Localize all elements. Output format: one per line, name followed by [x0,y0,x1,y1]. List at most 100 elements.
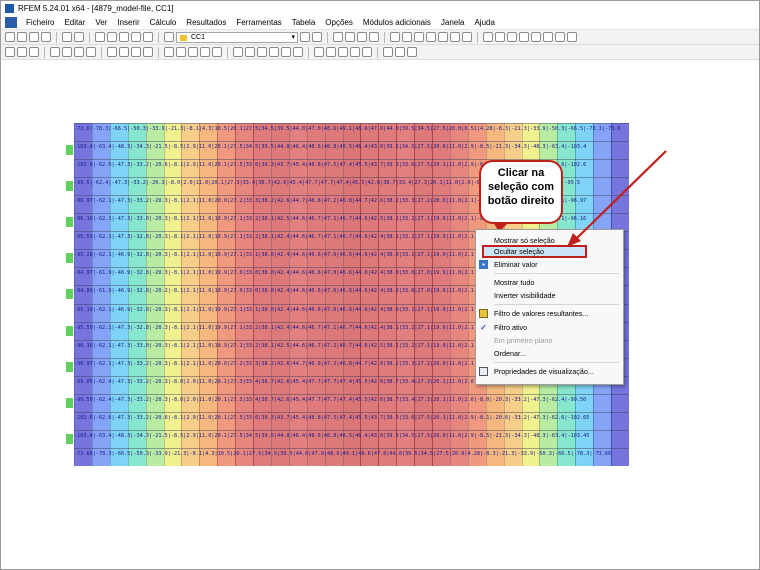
view-y-icon[interactable] [402,32,412,42]
info-icon[interactable] [567,32,577,42]
menu-item-label: Ordenar... [494,349,526,358]
menu-resultados[interactable]: Resultados [181,18,231,27]
new-file-icon[interactable] [5,32,15,42]
view-z-icon[interactable] [414,32,424,42]
solid-icon[interactable] [507,32,517,42]
edit-icon[interactable] [95,32,105,42]
solid-body-icon[interactable] [86,47,96,57]
layer-icon[interactable] [350,47,360,57]
dimension-icon[interactable] [188,47,198,57]
menu-janela[interactable]: Janela [436,18,470,27]
connect-icon[interactable] [293,47,303,57]
line-icon[interactable] [50,47,60,57]
support-marker [66,217,73,228]
result-values-row[interactable]: -99.50|-62.4|-47.3|-33.2|-20.3|-8.0|2.0|… [74,396,629,405]
result-values-row[interactable]: -103.4|-63.4|-48.3|-34.3|-21.5|-8.5|2.9|… [74,143,629,152]
node-icon[interactable] [29,47,39,57]
support-icon[interactable] [107,47,117,57]
dxf-icon[interactable] [383,47,393,57]
print-icon[interactable] [41,32,51,42]
menu-item-eliminar-valor[interactable]: ▪ Eliminar valor [476,258,623,271]
save-icon[interactable] [29,32,39,42]
menu-modulos-adicionais[interactable]: Módulos adicionais [358,18,436,27]
menu-editar[interactable]: Editar [59,18,90,27]
view-x-icon[interactable] [390,32,400,42]
toolbar-separator [308,46,309,58]
section-icon[interactable] [531,32,541,42]
result-values-row[interactable]: -102.6|-62.6|-47.3|-33.2|-20.6|-8.1|2.9|… [74,414,629,423]
menu-tabela[interactable]: Tabela [287,18,321,27]
menu-item-mostrar-tudo[interactable]: Mostrar tudo [476,276,623,289]
values-icon[interactable] [357,32,367,42]
toolbar-separator [227,46,228,58]
visibility-icon[interactable] [338,47,348,57]
work-plane-icon[interactable] [326,47,336,57]
table-icon[interactable] [143,32,153,42]
menu-ver[interactable]: Ver [90,18,112,27]
render-icon[interactable] [483,32,493,42]
guide-object-icon[interactable] [543,32,553,42]
toolbar-separator [44,46,45,58]
filter-toolbar-icon[interactable] [362,47,372,57]
color-scale-icon[interactable] [369,32,379,42]
grid-icon[interactable] [164,47,174,57]
load-case-icon[interactable] [164,32,174,42]
settings-icon[interactable] [407,47,417,57]
result-values-row[interactable]: -73.66|-78.3|-66.5|-50.3|-33.9|-21.3|-8.… [74,450,629,459]
surface-icon[interactable] [74,47,84,57]
results-icon[interactable] [131,32,141,42]
open-folder-icon[interactable] [17,32,27,42]
mirror-icon[interactable] [257,47,267,57]
undo-icon[interactable] [62,32,72,42]
coordinate-system-icon[interactable] [314,47,324,57]
menu-opcoes[interactable]: Opções [320,18,358,27]
copy-icon[interactable] [233,47,243,57]
load-case-select[interactable]: CC1 [176,31,298,43]
wireframe-icon[interactable] [495,32,505,42]
snap-icon[interactable] [176,47,186,57]
load-icon[interactable] [131,47,141,57]
comment-icon[interactable] [200,47,210,57]
background-icon[interactable] [395,47,405,57]
measure-icon[interactable] [212,47,222,57]
select-icon[interactable] [5,47,15,57]
result-values-row[interactable]: -103.4|-63.4|-48.3|-34.3|-21.5|-8.5|2.9|… [74,432,629,441]
menu-item-ordenar[interactable]: Ordenar... [476,347,623,360]
menu-inserir[interactable]: Inserir [112,18,144,27]
zoom-window-icon[interactable] [462,32,472,42]
divide-icon[interactable] [281,47,291,57]
calculate-icon[interactable] [119,32,129,42]
transparent-icon[interactable] [519,32,529,42]
pointer-icon[interactable] [17,47,27,57]
search-icon[interactable] [107,32,117,42]
menu-item-filtro-ativo[interactable]: ✓ Filtro ativo [476,321,623,334]
menu-ficheiro[interactable]: Ficheiro [21,18,59,27]
menu-item-label: Eliminar valor [494,260,538,269]
menu-ferramentas[interactable]: Ferramentas [231,18,286,27]
next-arrow-icon[interactable] [312,32,322,42]
rotate-icon[interactable] [450,32,460,42]
result-values-row[interactable]: -73.6|-78.3|-66.5|-50.3|-33.9|-21.3|-8.1… [74,125,629,134]
previous-arrow-icon[interactable] [300,32,310,42]
hinge-icon[interactable] [119,47,129,57]
menu-item-ocultar-selecao[interactable]: Ocultar seleção [482,245,587,258]
menu-item-inverter-visibilidade[interactable]: Inverter visibilidade [476,289,623,302]
grid-line [74,411,629,413]
close-view-icon[interactable] [555,32,565,42]
zoom-all-icon[interactable] [438,32,448,42]
menu-item-propriedades-visualizacao[interactable]: Propriedades de visualização... [476,365,623,378]
support-marker [66,181,73,192]
move-icon[interactable] [245,47,255,57]
isometric-icon[interactable] [426,32,436,42]
scale-icon[interactable] [269,47,279,57]
menu-calculo[interactable]: Cálculo [145,18,182,27]
menu-item-filtro-valores[interactable]: Filtro de valores resultantes... [476,307,623,320]
mesh-icon[interactable] [143,47,153,57]
rfem-logo-icon[interactable] [5,16,17,28]
menu-ajuda[interactable]: Ajuda [469,18,499,27]
redo-icon[interactable] [74,32,84,42]
menu-bar: Ficheiro Editar Ver Inserir Cálculo Resu… [1,15,759,30]
deformation-icon[interactable] [345,32,355,42]
member-icon[interactable] [62,47,72,57]
show-results-icon[interactable] [333,32,343,42]
